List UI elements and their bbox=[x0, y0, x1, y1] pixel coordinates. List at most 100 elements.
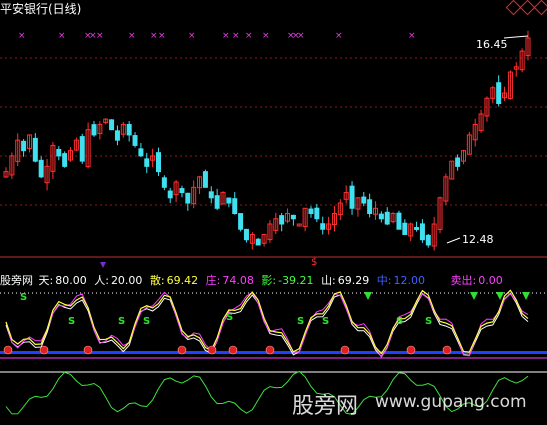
candle-body bbox=[167, 190, 173, 199]
panel-separator: $ bbox=[0, 256, 547, 268]
candle-body bbox=[455, 157, 461, 167]
signal-x-marker: × bbox=[335, 31, 343, 41]
candle-body bbox=[396, 212, 402, 230]
candle-body bbox=[238, 213, 244, 230]
low-price-label: 12.48 bbox=[462, 233, 494, 246]
buy-signal-dot bbox=[3, 345, 13, 355]
candle-body bbox=[185, 192, 191, 204]
signal-x-marker: × bbox=[232, 31, 240, 41]
buy-signal-dot bbox=[83, 345, 93, 355]
candle-body bbox=[425, 234, 431, 246]
candle-body bbox=[214, 195, 220, 209]
candle-body bbox=[132, 135, 138, 146]
signal-x-marker: × bbox=[262, 31, 270, 41]
down-arrow-marker bbox=[496, 292, 504, 300]
candle-body bbox=[402, 222, 408, 235]
indicator-item-san: 散: 69.42 bbox=[149, 274, 199, 287]
buy-signal-dot bbox=[228, 345, 238, 355]
buy-signal-dot bbox=[265, 345, 275, 355]
buy-signal-dot bbox=[340, 345, 350, 355]
signal-markers-top: × × ×× × × × × × × × × × ××× × × bbox=[18, 31, 416, 41]
sell-signal-s: S bbox=[226, 312, 233, 323]
candlestick-series bbox=[3, 30, 531, 251]
candle-body bbox=[243, 228, 249, 241]
candle-body bbox=[384, 211, 390, 225]
candle-body bbox=[255, 238, 261, 246]
candle-body bbox=[320, 223, 326, 230]
candle-body bbox=[138, 148, 144, 157]
signal-x-marker: × bbox=[150, 31, 158, 41]
signal-x-marker: × bbox=[408, 31, 416, 41]
signal-x-marker: × bbox=[158, 31, 166, 41]
signal-x-marker: × bbox=[58, 31, 66, 41]
indicator-item-zhuang: 庄: 74.08 bbox=[205, 274, 254, 287]
watermark-url: www.gupang.com bbox=[375, 392, 527, 412]
indicator-item-zhong: 中: 12.00 bbox=[376, 274, 425, 287]
candle-body bbox=[32, 137, 38, 162]
chart-title: 平安银行(日线) bbox=[0, 2, 82, 16]
candle-body bbox=[202, 171, 208, 188]
grid-lines bbox=[0, 57, 547, 206]
down-arrow-marker bbox=[364, 292, 372, 300]
signal-x-marker: × bbox=[96, 31, 104, 41]
candle-body bbox=[308, 208, 314, 215]
candle-body bbox=[114, 130, 120, 141]
left-arrow-marker bbox=[100, 262, 106, 268]
candle-body bbox=[155, 152, 161, 173]
sell-signal-s: S bbox=[322, 316, 329, 327]
signal-x-marker: × bbox=[222, 31, 230, 41]
sell-signal-s: S bbox=[143, 316, 150, 327]
candle-body bbox=[314, 207, 320, 220]
candle-body bbox=[232, 198, 238, 215]
candle-body bbox=[378, 213, 384, 220]
sell-signal-s: S bbox=[297, 316, 304, 327]
candle-body bbox=[349, 185, 355, 209]
sell-signal-s: S bbox=[20, 292, 27, 303]
sell-signal-s: S bbox=[425, 316, 432, 327]
candle-body bbox=[290, 214, 296, 220]
candle-body bbox=[226, 197, 232, 204]
sell-signal-s: S bbox=[396, 316, 403, 327]
signal-x-marker: × bbox=[18, 31, 26, 41]
indicator-name: 股旁网 bbox=[0, 274, 33, 287]
candle-body bbox=[161, 177, 167, 188]
high-pointer-line bbox=[503, 35, 529, 39]
indicator-values-bar: 股旁网 天: 80.00 人: 20.00 散: 69.42 庄: 74.08 影: -3… bbox=[0, 272, 507, 288]
watermark-cn: 股旁网 bbox=[292, 394, 359, 419]
candle-body bbox=[126, 124, 132, 136]
high-price-label: 16.45 bbox=[476, 38, 508, 51]
candle-body bbox=[62, 153, 68, 167]
low-pointer-line bbox=[446, 237, 461, 244]
candle-body bbox=[91, 124, 97, 136]
down-arrow-marker bbox=[470, 292, 478, 300]
candle-body bbox=[419, 223, 425, 241]
chart-canvas: × × ×× × × × × × × × × × ××× × × 16.45 12.48 $ S S S S S S S… bbox=[0, 30, 547, 415]
buy-signal-dot bbox=[406, 345, 416, 355]
signal-x-marker: × bbox=[128, 31, 136, 41]
signal-x-marker: × bbox=[297, 31, 305, 41]
down-arrow-marker bbox=[522, 292, 530, 300]
candle-body bbox=[79, 136, 85, 162]
buy-signal-dot bbox=[207, 345, 217, 355]
indicator-item-ren: 人: 20.00 bbox=[94, 274, 143, 287]
candle-body bbox=[56, 148, 62, 157]
candle-body bbox=[367, 199, 373, 215]
indicator-item-tian: 天: 80.00 bbox=[38, 274, 87, 287]
signal-x-marker: × bbox=[245, 31, 253, 41]
candle-body bbox=[414, 226, 420, 230]
candle-body bbox=[38, 159, 44, 178]
candle-body bbox=[144, 158, 150, 167]
sell-signal-s: S bbox=[68, 316, 75, 327]
candle-body bbox=[179, 188, 185, 194]
candle-body bbox=[21, 140, 27, 152]
candle-body bbox=[208, 191, 214, 199]
indicator-item-shan: 山: 69.29 bbox=[321, 274, 370, 287]
candle-body bbox=[361, 196, 367, 204]
sell-signal-s: S bbox=[118, 316, 125, 327]
candle-body bbox=[109, 119, 115, 131]
signal-x-marker: × bbox=[188, 31, 196, 41]
candle-body bbox=[496, 82, 502, 104]
indicator-item-maichu: 卖出: 0.00 bbox=[450, 274, 503, 287]
indicator-item-ying: 影: -39.21 bbox=[261, 274, 314, 287]
candle-body bbox=[279, 215, 285, 225]
